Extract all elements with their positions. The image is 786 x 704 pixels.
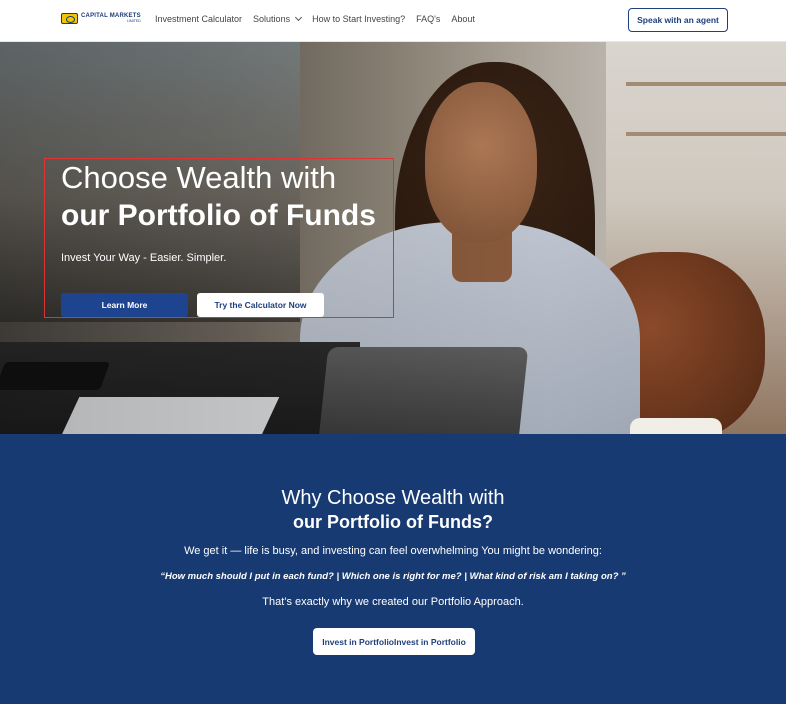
logo-subtitle: LIMITED — [126, 19, 141, 24]
learn-more-button[interactable]: Learn More — [61, 293, 188, 317]
nav-item-investment-calculator[interactable]: Investment Calculator — [155, 14, 242, 24]
invest-in-portfolio-button[interactable]: Invest in PortfolioInvest in Portfolio — [313, 628, 475, 655]
why-questions-text: “How much should I put in each fund? | W… — [160, 571, 626, 582]
why-approach-text: That’s exactly why we created our Portfo… — [262, 596, 524, 608]
chevron-down-icon — [295, 13, 303, 22]
nav-item-how-to-start[interactable]: How to Start Investing? — [312, 14, 405, 24]
why-title-line2: our Portfolio of Funds? — [293, 512, 493, 532]
hero-title-line2: our Portfolio of Funds — [61, 199, 376, 232]
main-menu: Investment Calculator Solutions How to S… — [155, 13, 475, 24]
speak-with-agent-button[interactable]: Speak with an agent — [628, 8, 728, 32]
nav-item-faqs[interactable]: FAQ's — [416, 14, 440, 24]
try-calculator-button[interactable]: Try the Calculator Now — [197, 293, 324, 317]
logo-icon — [61, 13, 78, 24]
why-choose-section: Why Choose Wealth with our Portfolio of … — [0, 434, 786, 704]
top-navigation: CAPITAL MARKETS LIMITED Investment Calcu… — [0, 0, 786, 42]
hero-subtitle: Invest Your Way - Easier. Simpler. — [61, 252, 227, 264]
hero-title-line1: Choose Wealth with — [61, 160, 337, 195]
company-logo[interactable]: CAPITAL MARKETS LIMITED — [61, 13, 141, 24]
nav-item-solutions[interactable]: Solutions — [253, 13, 303, 24]
why-intro-text: We get it — life is busy, and investing … — [184, 545, 602, 557]
why-title-line1: Why Choose Wealth with — [281, 487, 505, 509]
nav-item-about[interactable]: About — [451, 14, 475, 24]
nav-item-solutions-label: Solutions — [253, 14, 291, 24]
